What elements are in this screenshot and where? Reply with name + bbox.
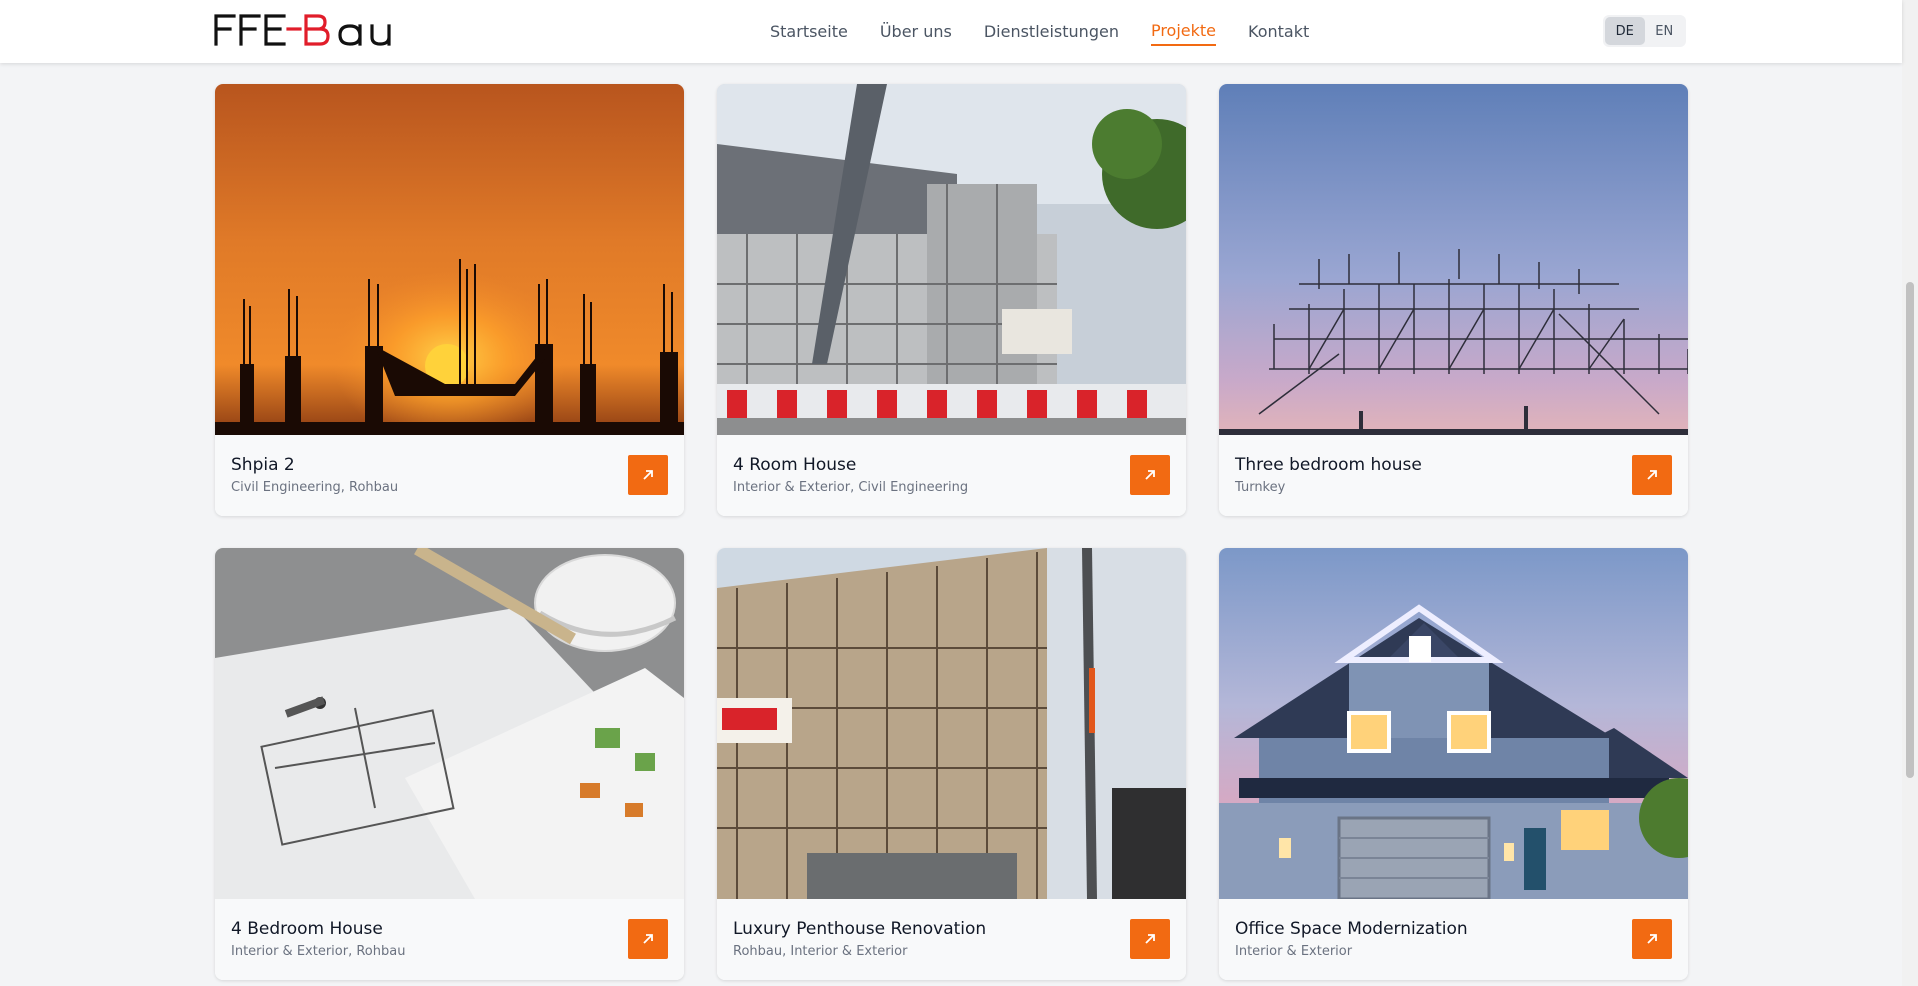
project-card[interactable]: 4 Bedroom House Interior & Exterior, Roh… xyxy=(215,548,684,980)
project-image[interactable] xyxy=(717,84,1186,435)
project-title[interactable]: Office Space Modernization xyxy=(1235,919,1468,939)
card-footer: 4 Bedroom House Interior & Exterior, Roh… xyxy=(215,899,684,980)
language-switcher: DE EN xyxy=(1603,15,1686,47)
nav-item-startseite[interactable]: Startseite xyxy=(770,18,848,45)
project-link-button[interactable] xyxy=(1130,919,1170,959)
arrow-up-right-icon xyxy=(643,470,653,480)
project-title[interactable]: Three bedroom house xyxy=(1235,455,1422,475)
project-card[interactable]: 4 Room House Interior & Exterior, Civil … xyxy=(717,84,1186,516)
project-image[interactable] xyxy=(215,548,684,899)
project-image[interactable] xyxy=(215,84,684,435)
scrollbar-thumb[interactable] xyxy=(1906,282,1914,778)
project-image[interactable] xyxy=(1219,84,1688,435)
arrow-up-right-icon xyxy=(1145,934,1155,944)
card-footer: Office Space Modernization Interior & Ex… xyxy=(1219,899,1688,980)
project-categories: Interior & Exterior xyxy=(1235,944,1353,959)
project-image[interactable] xyxy=(1219,548,1688,899)
project-categories: Interior & Exterior, Rohbau xyxy=(231,944,406,959)
project-title[interactable]: 4 Bedroom House xyxy=(231,919,383,939)
logo[interactable] xyxy=(214,12,414,48)
nav-item-projekte[interactable]: Projekte xyxy=(1150,17,1217,46)
site-header: Startseite Über uns Dienstleistungen Pro… xyxy=(0,0,1902,63)
arrow-up-right-icon xyxy=(1145,470,1155,480)
project-link-button[interactable] xyxy=(1632,455,1672,495)
nav-item-kontakt[interactable]: Kontakt xyxy=(1248,18,1309,45)
project-card[interactable]: Shpia 2 Civil Engineering, Rohbau xyxy=(215,84,684,516)
logo-mark xyxy=(214,14,391,46)
project-link-button[interactable] xyxy=(628,455,668,495)
page-scrollbar[interactable] xyxy=(1902,0,1918,986)
project-title[interactable]: Shpia 2 xyxy=(231,455,295,475)
nav-item-dienstleistungen[interactable]: Dienstleistungen xyxy=(984,18,1119,45)
card-footer: Shpia 2 Civil Engineering, Rohbau xyxy=(215,435,684,516)
arrow-up-right-icon xyxy=(1647,470,1657,480)
project-card[interactable]: Office Space Modernization Interior & Ex… xyxy=(1219,548,1688,980)
project-categories: Turnkey xyxy=(1235,480,1286,495)
arrow-up-right-icon xyxy=(1647,934,1657,944)
card-footer: Luxury Penthouse Renovation Rohbau, Inte… xyxy=(717,899,1186,980)
project-categories: Interior & Exterior, Civil Engineering xyxy=(733,480,969,495)
project-link-button[interactable] xyxy=(1632,919,1672,959)
card-footer: Three bedroom house Turnkey xyxy=(1219,435,1688,516)
project-categories: Rohbau, Interior & Exterior xyxy=(733,944,908,959)
main-nav: Startseite Über uns Dienstleistungen Pro… xyxy=(770,0,1341,63)
project-link-button[interactable] xyxy=(1130,455,1170,495)
project-card[interactable]: Luxury Penthouse Renovation Rohbau, Inte… xyxy=(717,548,1186,980)
project-card[interactable]: Three bedroom house Turnkey xyxy=(1219,84,1688,516)
lang-de-button[interactable]: DE xyxy=(1605,17,1645,45)
nav-item-ueber-uns[interactable]: Über uns xyxy=(880,18,952,45)
lang-en-button[interactable]: EN xyxy=(1645,17,1685,45)
project-categories: Civil Engineering, Rohbau xyxy=(231,480,399,495)
project-image[interactable] xyxy=(717,548,1186,899)
card-footer: 4 Room House Interior & Exterior, Civil … xyxy=(717,435,1186,516)
project-title[interactable]: Luxury Penthouse Renovation xyxy=(733,919,986,939)
arrow-up-right-icon xyxy=(643,934,653,944)
project-title[interactable]: 4 Room House xyxy=(733,455,856,475)
project-link-button[interactable] xyxy=(628,919,668,959)
